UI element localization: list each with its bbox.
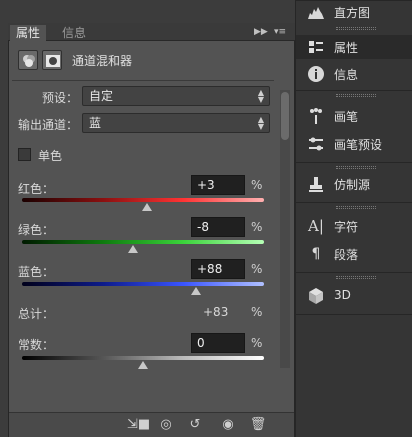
tab-properties[interactable]: 属性 bbox=[10, 25, 47, 41]
scrollbar-thumb[interactable] bbox=[281, 92, 289, 140]
dock-label: 直方图 bbox=[334, 6, 371, 20]
dock-divider bbox=[296, 314, 412, 315]
dock-item-brush-presets[interactable]: 画笔预设 bbox=[296, 132, 412, 156]
red-slider-track[interactable] bbox=[22, 198, 264, 202]
panel-menu-icon[interactable]: ▾≡ bbox=[274, 26, 286, 38]
preset-select[interactable]: 自定 ▲ ▼ bbox=[82, 86, 270, 106]
red-label: 红色： bbox=[18, 182, 55, 196]
select-arrows-icon: ▲ ▼ bbox=[257, 88, 264, 104]
dock-divider bbox=[296, 90, 412, 91]
dock-divider bbox=[296, 162, 412, 163]
blue-label: 蓝色： bbox=[18, 265, 55, 279]
dock-item-3d[interactable]: 3D bbox=[296, 284, 412, 308]
output-channel-value: 蓝 bbox=[89, 116, 102, 130]
output-channel-label: 输出通道： bbox=[18, 118, 79, 132]
dock-item-paragraph[interactable]: ¶ 段落 bbox=[296, 242, 412, 266]
red-slider-thumb[interactable] bbox=[141, 203, 152, 211]
blue-slider-track[interactable] bbox=[22, 282, 264, 286]
character-icon: A| bbox=[308, 217, 324, 235]
total-unit: % bbox=[251, 305, 263, 319]
output-channel-select[interactable]: 蓝 ▲ ▼ bbox=[82, 113, 270, 133]
dock-divider bbox=[296, 202, 412, 203]
dock-item-clone-source[interactable]: 仿制源 bbox=[296, 172, 412, 196]
green-value-field[interactable]: -8 bbox=[191, 217, 245, 237]
dock-grip[interactable] bbox=[336, 206, 376, 209]
tab-info[interactable]: 信息 bbox=[56, 25, 92, 41]
dock-divider bbox=[296, 272, 412, 273]
constant-slider-thumb[interactable] bbox=[138, 361, 148, 369]
info-icon bbox=[307, 65, 325, 83]
adjustment-header: 通道混和器 bbox=[12, 44, 291, 76]
dock-item-properties[interactable]: 属性 bbox=[296, 35, 412, 59]
green-unit: % bbox=[251, 220, 263, 234]
preset-label: 预设： bbox=[42, 91, 79, 105]
dock-label: 属性 bbox=[334, 41, 359, 55]
dock-grip[interactable] bbox=[336, 276, 376, 279]
view-previous-state-icon[interactable]: ◎ bbox=[155, 417, 177, 433]
reset-icon[interactable]: ↺ bbox=[184, 417, 206, 433]
monochrome-checkbox[interactable] bbox=[18, 148, 31, 161]
dock-item-brush[interactable]: 画笔 bbox=[296, 104, 412, 128]
histogram-icon bbox=[307, 3, 325, 21]
dock-label: 画笔 bbox=[334, 110, 359, 124]
clone-source-icon bbox=[307, 175, 325, 193]
visibility-eye-icon[interactable]: ◉ bbox=[217, 417, 239, 433]
photoshop-window: 属性 信息 ▶▶ ▾≡ 通道混和器 预设： 自定 ▲ ▼ 输出通道： 蓝 ▲ ▼ 单… bbox=[0, 0, 412, 437]
brush-presets-icon bbox=[307, 135, 325, 153]
channel-mixer-icon[interactable] bbox=[18, 50, 38, 70]
blue-unit: % bbox=[251, 262, 263, 276]
dock-label: 画笔预设 bbox=[334, 138, 383, 152]
monochrome-label: 单色 bbox=[38, 149, 63, 163]
brush-icon bbox=[307, 107, 325, 125]
green-label: 绿色： bbox=[18, 223, 55, 237]
dock-item-histogram[interactable]: 直方图 bbox=[296, 0, 412, 24]
dock-grip[interactable] bbox=[336, 27, 376, 30]
panel-scrollbar[interactable] bbox=[280, 90, 290, 368]
select-arrows-icon: ▲ ▼ bbox=[257, 115, 264, 131]
delete-icon[interactable]: 🗑 bbox=[247, 417, 269, 433]
constant-slider-track[interactable] bbox=[22, 356, 264, 360]
panel-tab-bar: 属性 信息 ▶▶ ▾≡ bbox=[8, 23, 295, 41]
red-value-field[interactable]: +3 bbox=[191, 175, 245, 195]
right-dock: 直方图 属性 信息 画笔 画笔预设 仿制源 A| 字符 ¶ 段落 3D bbox=[295, 0, 412, 437]
dock-label: 仿制源 bbox=[334, 178, 371, 192]
properties-icon bbox=[307, 38, 325, 56]
adjustment-title: 通道混和器 bbox=[72, 54, 133, 68]
dock-grip[interactable] bbox=[336, 94, 376, 97]
dock-grip[interactable] bbox=[336, 166, 376, 169]
green-slider-thumb[interactable] bbox=[128, 245, 139, 253]
mask-icon[interactable] bbox=[42, 50, 62, 70]
dock-label: 字符 bbox=[334, 220, 359, 234]
red-unit: % bbox=[251, 178, 263, 192]
blue-slider-thumb[interactable] bbox=[191, 287, 202, 295]
preset-value: 自定 bbox=[89, 89, 114, 103]
green-slider-track[interactable] bbox=[22, 240, 264, 244]
collapse-panel-icon[interactable]: ▶▶ bbox=[254, 26, 268, 38]
constant-label: 常数： bbox=[18, 338, 55, 352]
3d-icon bbox=[307, 287, 325, 305]
constant-unit: % bbox=[251, 336, 263, 350]
dock-label: 3D bbox=[334, 288, 351, 302]
dock-item-character[interactable]: A| 字符 bbox=[296, 214, 412, 238]
constant-value-field[interactable]: 0 bbox=[191, 333, 245, 353]
panel-footer: ⇲■ ◎ ↺ ◉ 🗑 bbox=[9, 412, 294, 437]
total-value: +83 bbox=[203, 305, 229, 319]
header-divider bbox=[12, 80, 274, 81]
blue-value-field[interactable]: +88 bbox=[191, 259, 245, 279]
total-label: 总计： bbox=[18, 307, 55, 321]
clip-to-layer-icon[interactable]: ⇲■ bbox=[127, 417, 150, 433]
dock-label: 信息 bbox=[334, 68, 359, 82]
dock-item-info[interactable]: 信息 bbox=[296, 62, 412, 86]
dock-label: 段落 bbox=[334, 248, 359, 262]
paragraph-icon: ¶ bbox=[311, 246, 321, 262]
